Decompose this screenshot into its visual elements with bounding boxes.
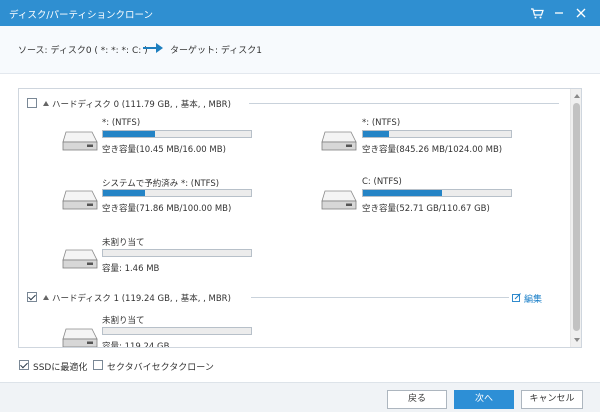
hard-drive-icon [321,190,357,210]
usage-fill [103,131,155,137]
cart-icon[interactable] [528,4,546,22]
sector-clone-label[interactable]: セクタバイセクタクローン [107,360,214,373]
partition-capacity: 容量: 1.46 MB [102,264,160,274]
usage-fill [103,190,145,196]
disk1-checkbox[interactable] [27,292,37,302]
scroll-down-icon[interactable] [571,335,582,345]
edit-link[interactable]: 編集 [524,292,542,305]
partition-usage-bar [102,189,252,197]
back-button[interactable]: 戻る [387,390,447,409]
partition-free-space: 空き容量(10.45 MB/16.00 MB) [102,145,226,155]
cancel-button[interactable]: キャンセル [521,390,583,409]
next-button[interactable]: 次へ [454,390,514,409]
arrow-right-icon [142,42,164,54]
partition-free-space: 空き容量(52.71 GB/110.67 GB) [362,204,490,214]
hard-drive-icon [62,328,98,347]
usage-fill [363,190,442,196]
hard-drive-icon [62,249,98,269]
usage-fill [363,131,389,137]
vertical-scrollbar[interactable] [570,89,582,347]
scroll-thumb[interactable] [573,103,580,331]
source-label: ソース: ディスク0 ( *: *: *: C: ) [18,46,148,56]
disk0-divider [249,103,559,104]
partition-usage-bar [102,327,252,335]
close-icon[interactable] [572,4,590,22]
partition-capacity: 容量: 119.24 GB [102,342,170,348]
partition-name: *: (NTFS) [102,118,141,128]
disk0-checkbox[interactable] [27,98,37,108]
window-title: ディスク/パーティションクローン [9,10,153,21]
partition-name: 未割り当て [102,316,145,326]
scroll-up-icon[interactable] [571,91,582,101]
partition-name: 未割り当て [102,238,145,248]
disk1-divider [251,297,509,298]
dialog-footer: 戻る 次へ キャンセル [0,382,600,412]
partition-usage-bar [362,189,512,197]
disk1-expand-icon[interactable] [43,295,49,300]
hard-drive-icon [62,131,98,151]
target-label: ターゲット: ディスク1 [170,46,262,56]
partition-name: *: (NTFS) [362,118,401,128]
partition-usage-bar [102,130,252,138]
clone-path-bar: ソース: ディスク0 ( *: *: *: C: ) ターゲット: ディスク1 [0,26,600,74]
disk1-label: ハードディスク 1 (119.24 GB, , 基本, , MBR) [52,294,231,304]
partition-name: システムで予約済み *: (NTFS) [102,179,220,189]
disk0-label: ハードディスク 0 (111.79 GB, , 基本, , MBR) [52,100,231,110]
sector-clone-checkbox[interactable] [93,360,103,370]
partition-free-space: 空き容量(845.26 MB/1024.00 MB) [362,145,503,155]
ssd-optimize-checkbox[interactable] [19,360,29,370]
partition-usage-bar [362,130,512,138]
title-bar: ディスク/パーティションクローン [0,0,600,26]
edit-icon[interactable] [512,293,521,302]
hard-drive-icon [321,131,357,151]
hard-drive-icon [62,190,98,210]
disk0-expand-icon[interactable] [43,101,49,106]
partition-usage-bar [102,249,252,257]
minimize-icon[interactable] [550,4,568,22]
ssd-optimize-label[interactable]: SSDに最適化 [33,360,87,373]
disk-list-panel: ハードディスク 0 (111.79 GB, , 基本, , MBR) *: (N… [18,88,582,348]
partition-free-space: 空き容量(71.86 MB/100.00 MB) [102,204,232,214]
partition-name: C: (NTFS) [362,177,402,187]
